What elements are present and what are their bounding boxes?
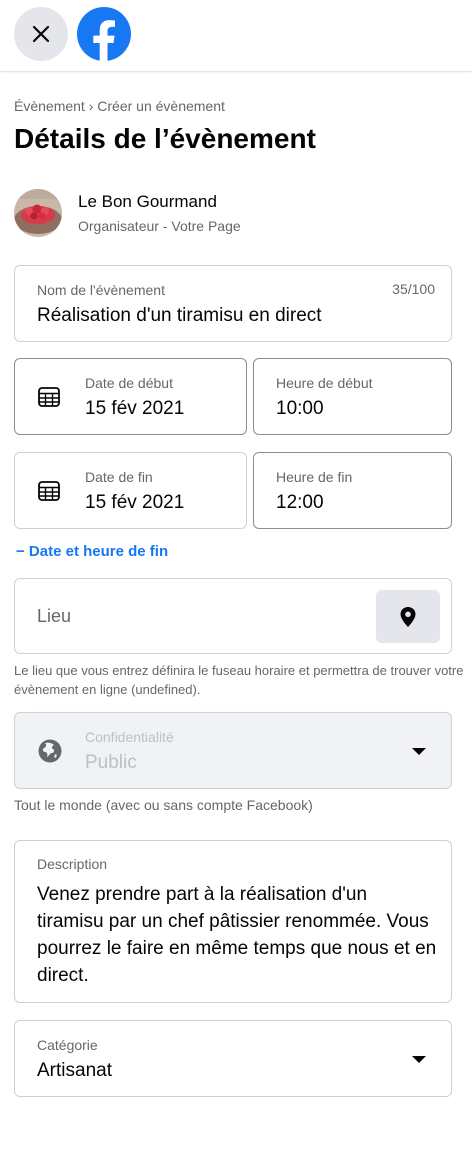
facebook-logo-icon[interactable]	[77, 7, 131, 61]
category-label: Catégorie	[37, 1037, 98, 1053]
description-value: Venez prendre part à la réalisation d'un…	[37, 884, 437, 986]
privacy-select[interactable]: Confidentialité Public	[14, 712, 452, 789]
event-name-field[interactable]: Nom de l'évènement 35/100 Réalisation d'…	[14, 265, 452, 342]
avatar[interactable]	[14, 189, 62, 237]
close-icon	[32, 25, 50, 43]
end-time-label: Heure de fin	[276, 469, 353, 485]
top-bar	[0, 0, 472, 72]
start-time-label: Heure de début	[276, 375, 373, 391]
privacy-label: Confidentialité	[85, 729, 174, 745]
host-name: Le Bon Gourmand	[78, 191, 217, 211]
start-date-label: Date de début	[85, 375, 173, 391]
event-name-counter: 35/100	[392, 281, 435, 297]
privacy-help-text: Tout le monde (avec ou sans compte Faceb…	[14, 797, 313, 813]
location-pin-button[interactable]	[376, 590, 440, 643]
category-value: Artisanat	[37, 1060, 112, 1081]
close-button[interactable]	[14, 7, 68, 61]
end-time-field[interactable]: Heure de fin 12:00	[253, 452, 452, 529]
host-info: Le Bon Gourmand Organisateur - Votre Pag…	[14, 188, 241, 238]
chevron-down-icon	[412, 1056, 426, 1063]
calendar-icon	[38, 387, 60, 407]
location-placeholder: Lieu	[37, 606, 72, 626]
start-time-field[interactable]: Heure de début 10:00	[253, 358, 452, 435]
event-name-value: Réalisation d'un tiramisu en direct	[37, 305, 322, 326]
start-date-field[interactable]: Date de début 15 fév 2021	[14, 358, 247, 435]
location-field[interactable]: Lieu	[14, 578, 452, 654]
privacy-value: Public	[85, 752, 137, 773]
page-title: Détails de l’évènement	[14, 123, 316, 154]
start-date-value: 15 fév 2021	[85, 398, 185, 419]
end-date-toggle-link[interactable]: − Date et heure de fin	[16, 543, 168, 560]
chevron-down-icon	[412, 748, 426, 755]
globe-icon	[38, 739, 62, 763]
map-pin-icon	[400, 606, 416, 627]
description-field[interactable]: Description Venez prendre part à la réal…	[14, 840, 452, 1003]
start-time-value: 10:00	[276, 398, 324, 419]
description-label: Description	[37, 856, 108, 872]
host-role: Organisateur - Votre Page	[78, 217, 241, 234]
end-date-value: 15 fév 2021	[85, 492, 185, 513]
breadcrumb[interactable]: Évènement › Créer un évènement	[14, 98, 225, 114]
end-date-field[interactable]: Date de fin 15 fév 2021	[14, 452, 247, 529]
end-date-label: Date de fin	[85, 469, 153, 485]
category-select[interactable]: Catégorie Artisanat	[14, 1020, 452, 1097]
end-time-value: 12:00	[276, 492, 324, 513]
location-help-text: Le lieu que vous entrez définira le fuse…	[14, 663, 464, 697]
event-name-label: Nom de l'évènement	[37, 282, 165, 298]
calendar-icon	[38, 481, 60, 501]
